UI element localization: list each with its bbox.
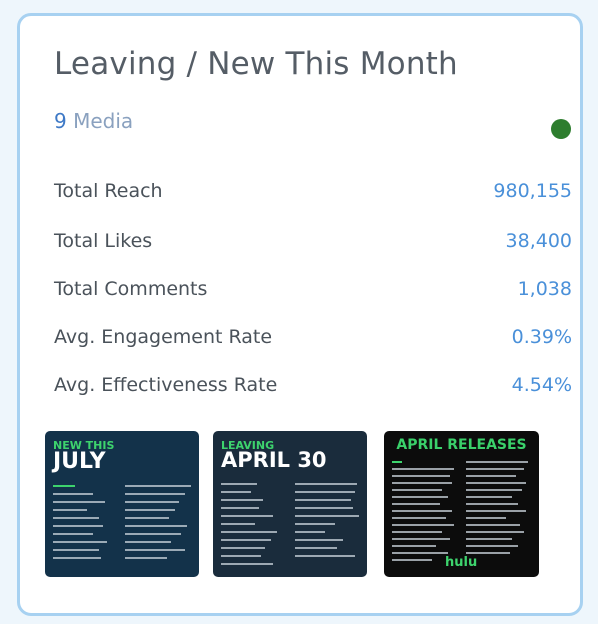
stat-value: 4.54% — [511, 374, 572, 396]
media-thumbnail-april-releases[interactable]: APRIL RELEASES hulu — [384, 431, 539, 577]
stat-row-total-likes: Total Likes 38,400 — [54, 230, 572, 256]
card-title: Leaving / New This Month — [54, 46, 458, 82]
thumb-heading-large: APRIL 30 — [221, 448, 327, 472]
media-count-number: 9 — [54, 109, 67, 133]
stat-value: 1,038 — [517, 278, 572, 300]
stat-row-avg-effectiveness-rate: Avg. Effectiveness Rate 4.54% — [54, 374, 572, 400]
stat-row-total-comments: Total Comments 1,038 — [54, 278, 572, 304]
stat-label: Avg. Effectiveness Rate — [54, 374, 278, 396]
media-thumbnail-leaving-april-30[interactable]: LEAVING APRIL 30 — [213, 431, 367, 577]
status-dot-icon — [551, 119, 571, 139]
hulu-logo: hulu — [445, 555, 478, 570]
stat-label: Total Comments — [54, 278, 208, 300]
media-count: 9 Media — [54, 109, 133, 133]
stat-label: Total Reach — [54, 180, 163, 202]
stat-label: Avg. Engagement Rate — [54, 326, 273, 348]
stat-value: 0.39% — [511, 326, 572, 348]
thumb-heading-large: JULY — [53, 449, 106, 474]
thumb-heading: APRIL RELEASES — [396, 437, 527, 453]
stat-label: Total Likes — [54, 230, 153, 252]
stat-value: 38,400 — [505, 230, 572, 252]
media-thumbnail-new-this-july[interactable]: NEW THIS JULY — [45, 431, 199, 577]
stat-value: 980,155 — [493, 180, 572, 202]
stat-row-total-reach: Total Reach 980,155 — [54, 180, 572, 206]
media-count-label: Media — [73, 109, 134, 133]
stat-row-avg-engagement-rate: Avg. Engagement Rate 0.39% — [54, 326, 572, 352]
